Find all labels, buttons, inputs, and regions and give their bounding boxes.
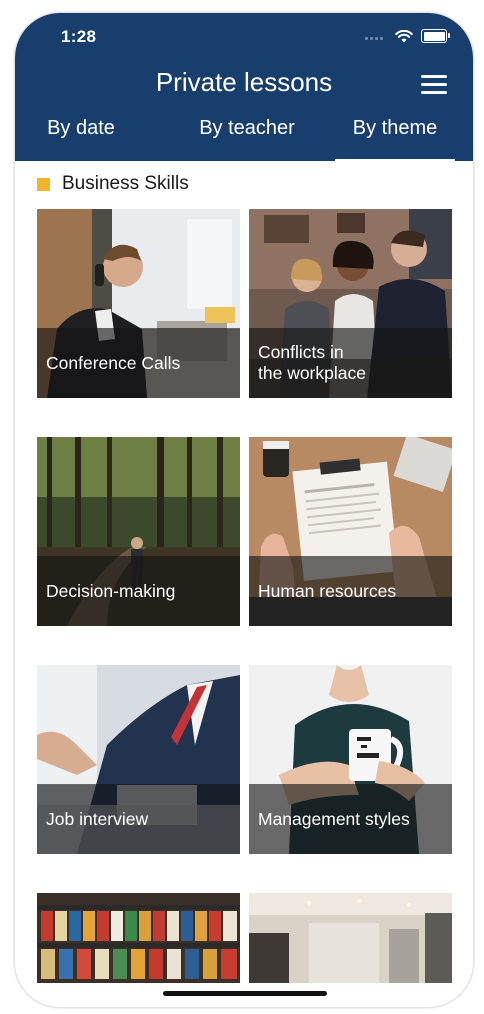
card-title: Conference Calls <box>37 328 240 398</box>
tab-by-theme[interactable]: By theme <box>335 117 455 162</box>
lesson-card-partial-1[interactable] <box>37 893 240 983</box>
app-header: 1:28 Private lessons By date By teacher … <box>15 13 473 162</box>
tab-by-date[interactable]: By date <box>37 117 125 161</box>
lesson-card-job-interview[interactable]: Job interview <box>37 665 240 854</box>
status-icons <box>365 29 450 43</box>
section-marker <box>37 177 50 191</box>
hamburger-menu-icon[interactable] <box>421 75 447 95</box>
wifi-icon <box>395 29 413 42</box>
card-title: Conflicts in the workplace <box>249 328 452 398</box>
section-title: Business Skills <box>62 173 189 194</box>
card-title: Job interview <box>37 784 240 854</box>
lesson-card-partial-2[interactable] <box>249 893 452 983</box>
card-title: Human resources <box>249 556 452 626</box>
card-photo <box>37 893 240 983</box>
lesson-card-human-resources[interactable]: Human resources <box>249 437 452 626</box>
card-title: Decision-making <box>37 556 240 626</box>
section-header: Business Skills <box>37 173 189 195</box>
signal-icon <box>365 31 387 41</box>
card-title: Management styles <box>249 784 452 854</box>
lesson-card-conflicts-in-the-workplace[interactable]: Conflicts in the workplace <box>249 209 452 398</box>
tab-bar: By date By teacher By theme <box>15 117 473 162</box>
tab-by-teacher[interactable]: By teacher <box>187 117 307 161</box>
card-photo <box>249 893 452 983</box>
phone-screen: 1:28 Private lessons By date By teacher … <box>14 12 474 1008</box>
status-time: 1:28 <box>61 27 97 46</box>
lesson-card-conference-calls[interactable]: Conference Calls <box>37 209 240 398</box>
lesson-card-management-styles[interactable]: Management styles <box>249 665 452 854</box>
lesson-card-decision-making[interactable]: Decision-making <box>37 437 240 626</box>
battery-icon <box>421 29 450 43</box>
page-title: Private lessons <box>155 67 333 97</box>
home-indicator[interactable] <box>163 991 327 996</box>
